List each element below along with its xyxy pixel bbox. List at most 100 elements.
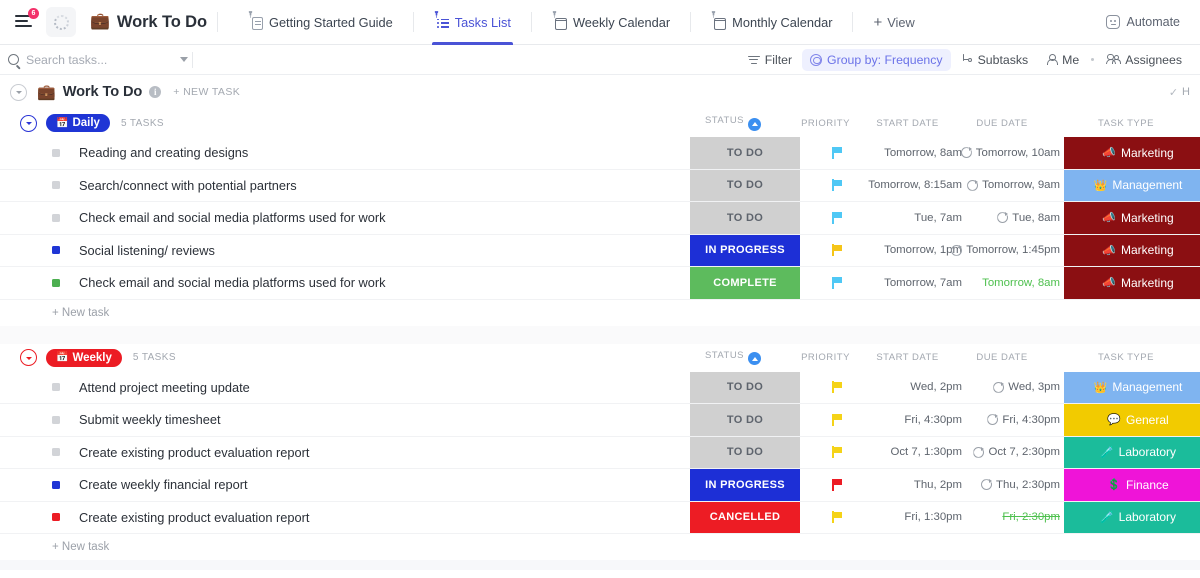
collapse-group-button[interactable] <box>20 115 37 132</box>
tab-monthly-calendar[interactable]: Monthly Calendar <box>701 0 842 45</box>
priority-cell[interactable] <box>800 170 875 202</box>
priority-flag-icon[interactable] <box>832 277 843 289</box>
assignees-filter-button[interactable]: Assignees <box>1098 49 1190 71</box>
table-row[interactable]: Create weekly financial report IN PROGRE… <box>0 469 1200 502</box>
sort-asc-icon[interactable] <box>748 118 761 131</box>
start-date-cell[interactable]: Thu, 2pm <box>875 469 964 501</box>
priority-flag-icon[interactable] <box>832 147 843 159</box>
collapse-group-button[interactable] <box>20 349 37 366</box>
status-badge[interactable]: COMPLETE <box>690 267 800 299</box>
priority-flag-icon[interactable] <box>832 381 843 393</box>
priority-cell[interactable] <box>800 235 875 267</box>
status-dot-icon[interactable] <box>52 416 60 424</box>
due-date-cell[interactable]: Fri, 2:30pm <box>964 502 1064 534</box>
table-row[interactable]: Attend project meeting update TO DO Wed,… <box>0 372 1200 405</box>
priority-flag-icon[interactable] <box>832 179 843 191</box>
table-row[interactable]: Reading and creating designs TO DO Tomor… <box>0 137 1200 170</box>
tab-getting-started-guide[interactable]: Getting Started Guide <box>238 0 403 45</box>
due-date-cell[interactable]: Tomorrow, 8am <box>964 267 1064 299</box>
status-dot-icon[interactable] <box>52 448 60 456</box>
document-title[interactable]: 💼 Work To Do <box>90 13 207 32</box>
status-dot-icon[interactable] <box>52 149 60 157</box>
me-filter-button[interactable]: Me <box>1038 49 1087 71</box>
task-name-cell[interactable]: Create weekly financial report <box>0 469 690 501</box>
column-header-priority[interactable]: PRIORITY <box>788 352 863 363</box>
task-type-badge[interactable]: 📣Marketing <box>1064 235 1200 267</box>
due-date-cell[interactable]: Tomorrow, 1:45pm <box>964 235 1064 267</box>
chevron-down-icon[interactable] <box>180 57 188 62</box>
column-header-due-date[interactable]: DUE DATE <box>952 352 1052 363</box>
task-type-badge[interactable]: 👑Management <box>1064 372 1200 404</box>
status-dot-icon[interactable] <box>52 481 60 489</box>
priority-flag-icon[interactable] <box>832 244 843 256</box>
loading-spinner-button[interactable] <box>46 7 76 37</box>
task-type-badge[interactable]: 📣Marketing <box>1064 267 1200 299</box>
automate-button[interactable]: Automate <box>1096 10 1190 34</box>
search-input[interactable] <box>26 53 146 67</box>
table-row[interactable]: Check email and social media platforms u… <box>0 267 1200 300</box>
due-date-cell[interactable]: Tomorrow, 10am <box>964 137 1064 169</box>
task-name-cell[interactable]: Social listening/ reviews <box>0 235 690 267</box>
new-task-button[interactable]: + NEW TASK <box>173 86 240 98</box>
status-dot-icon[interactable] <box>52 246 60 254</box>
priority-cell[interactable] <box>800 404 875 436</box>
due-date-cell[interactable]: Wed, 3pm <box>964 372 1064 404</box>
task-type-badge[interactable]: 📣Marketing <box>1064 137 1200 169</box>
status-badge[interactable]: CANCELLED <box>690 502 800 534</box>
column-header-priority[interactable]: PRIORITY <box>788 118 863 129</box>
status-dot-icon[interactable] <box>52 181 60 189</box>
start-date-cell[interactable]: Wed, 2pm <box>875 372 964 404</box>
column-header-due-date[interactable]: DUE DATE <box>952 118 1052 129</box>
due-date-cell[interactable]: Thu, 2:30pm <box>964 469 1064 501</box>
priority-cell[interactable] <box>800 437 875 469</box>
task-type-badge[interactable]: 💬General <box>1064 404 1200 436</box>
status-badge[interactable]: IN PROGRESS <box>690 235 800 267</box>
table-row[interactable]: Create existing product evaluation repor… <box>0 502 1200 535</box>
status-badge[interactable]: TO DO <box>690 137 800 169</box>
tab-weekly-calendar[interactable]: Weekly Calendar <box>542 0 680 45</box>
priority-flag-icon[interactable] <box>832 414 843 426</box>
status-badge[interactable]: TO DO <box>690 372 800 404</box>
status-badge[interactable]: TO DO <box>690 170 800 202</box>
start-date-cell[interactable]: Tomorrow, 7am <box>875 267 964 299</box>
start-date-cell[interactable]: Tomorrow, 8am <box>875 137 964 169</box>
priority-cell[interactable] <box>800 469 875 501</box>
task-type-badge[interactable]: 📣Marketing <box>1064 202 1200 234</box>
start-date-cell[interactable]: Tomorrow, 8:15am <box>875 170 964 202</box>
priority-cell[interactable] <box>800 267 875 299</box>
priority-flag-icon[interactable] <box>832 479 843 491</box>
add-new-task-row[interactable]: + New task <box>0 300 1200 326</box>
group-by-button[interactable]: Group by: Frequency <box>802 49 951 71</box>
start-date-cell[interactable]: Fri, 1:30pm <box>875 502 964 534</box>
table-row[interactable]: Create existing product evaluation repor… <box>0 437 1200 470</box>
subtasks-button[interactable]: Subtasks <box>953 49 1037 71</box>
column-header-status[interactable]: STATUS <box>678 115 788 131</box>
collapse-list-button[interactable] <box>10 84 27 101</box>
table-row[interactable]: Social listening/ reviews IN PROGRESS To… <box>0 235 1200 268</box>
column-header-status[interactable]: STATUS <box>678 350 788 366</box>
start-date-cell[interactable]: Tue, 7am <box>875 202 964 234</box>
search-box[interactable] <box>8 53 188 67</box>
status-dot-icon[interactable] <box>52 383 60 391</box>
priority-flag-icon[interactable] <box>832 511 843 523</box>
priority-cell[interactable] <box>800 502 875 534</box>
info-icon[interactable]: i <box>149 86 161 98</box>
priority-flag-icon[interactable] <box>832 212 843 224</box>
priority-cell[interactable] <box>800 137 875 169</box>
task-type-badge[interactable]: 🧪Laboratory <box>1064 502 1200 534</box>
task-name-cell[interactable]: Check email and social media platforms u… <box>0 202 690 234</box>
column-header-start-date[interactable]: START DATE <box>863 118 952 129</box>
menu-hamburger-button[interactable]: 6 <box>8 7 38 37</box>
task-type-badge[interactable]: 💲Finance <box>1064 469 1200 501</box>
status-badge[interactable]: IN PROGRESS <box>690 469 800 501</box>
start-date-cell[interactable]: Fri, 4:30pm <box>875 404 964 436</box>
status-dot-icon[interactable] <box>52 513 60 521</box>
priority-cell[interactable] <box>800 202 875 234</box>
task-name-cell[interactable]: Check email and social media platforms u… <box>0 267 690 299</box>
task-name-cell[interactable]: Submit weekly timesheet <box>0 404 690 436</box>
sort-asc-icon[interactable] <box>748 352 761 365</box>
status-dot-icon[interactable] <box>52 214 60 222</box>
column-header-start-date[interactable]: START DATE <box>863 352 952 363</box>
table-row[interactable]: Search/connect with potential partners T… <box>0 170 1200 203</box>
task-name-cell[interactable]: Search/connect with potential partners <box>0 170 690 202</box>
